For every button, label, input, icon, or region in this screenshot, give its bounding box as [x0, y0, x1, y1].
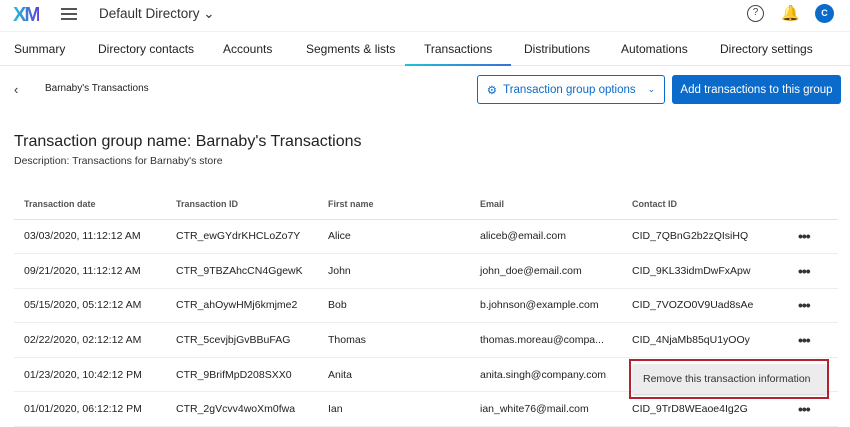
tab-bar: Summary Directory contacts Accounts Segm… — [0, 33, 850, 66]
gear-icon: ⚙ — [486, 84, 498, 97]
more-options-icon[interactable]: ••• — [798, 228, 811, 244]
table-row[interactable]: 02/22/2020, 02:12:12 AM CTR_5cevjbjGvBBuF… — [14, 322, 838, 358]
back-chevron-icon[interactable]: ‹ — [14, 82, 18, 97]
tab-transactions[interactable]: Transactions — [404, 42, 512, 66]
cell-contact-id: CID_9KL33idmDwFxApw — [622, 253, 788, 289]
table-row[interactable]: 03/03/2020, 11:12:12 AM CTR_ewGYdrKHCLoZo… — [14, 219, 838, 255]
more-options-icon[interactable]: ••• — [798, 332, 811, 348]
group-description: Description: Transactions for Barnaby's … — [14, 155, 223, 167]
add-transactions-button[interactable]: Add transactions to this group — [672, 75, 841, 104]
col-contact-id[interactable]: Contact ID — [622, 190, 788, 220]
more-options-icon[interactable]: ••• — [798, 263, 811, 279]
tab-automations[interactable]: Automations — [621, 42, 688, 56]
cell-email: b.johnson@example.com — [470, 288, 622, 324]
bell-icon[interactable]: 🔔 — [781, 4, 800, 22]
table-row[interactable]: 05/15/2020, 05:12:12 AM CTR_ahOywHMj6kmjm… — [14, 288, 838, 324]
breadcrumb: Barnaby's Transactions — [45, 83, 149, 94]
cell-transaction-date: 05/15/2020, 05:12:12 AM — [14, 288, 166, 324]
col-email[interactable]: Email — [470, 190, 622, 220]
cell-transaction-date: 02/22/2020, 02:12:12 AM — [14, 322, 166, 358]
help-icon[interactable]: ? — [747, 5, 764, 22]
cell-first-name: John — [318, 253, 470, 289]
directory-selector[interactable]: Default Directory ⌄ — [99, 6, 215, 22]
options-label: Transaction group options — [503, 83, 636, 96]
row-actions: ••• — [788, 253, 838, 289]
context-menu: Remove this transaction information — [629, 359, 829, 399]
row-actions: ••• — [788, 322, 838, 358]
page-title: Transaction group name: Barnaby's Transa… — [14, 133, 362, 150]
cell-transaction-id: CTR_9TBZAhcCN4GgewK — [166, 253, 318, 289]
cell-transaction-id: CTR_ahOywHMj6kmjme2 — [166, 288, 318, 324]
xm-logo[interactable]: XM — [13, 4, 41, 27]
row-actions: ••• — [788, 288, 838, 324]
chevron-down-icon: ⌄ — [647, 84, 656, 94]
cell-email: anita.singh@company.com — [470, 357, 622, 393]
table-row[interactable]: 09/21/2020, 11:12:12 AM CTR_9TBZAhcCN4Gge… — [14, 253, 838, 289]
cell-transaction-date: 03/03/2020, 11:12:12 AM — [14, 219, 166, 255]
col-transaction-id[interactable]: Transaction ID — [166, 190, 318, 220]
cell-transaction-date: 09/21/2020, 11:12:12 AM — [14, 253, 166, 289]
cell-transaction-date: 01/01/2020, 06:12:12 PM — [14, 391, 166, 427]
tab-directory-settings[interactable]: Directory settings — [720, 42, 813, 56]
cell-email: john_doe@email.com — [470, 253, 622, 289]
cell-transaction-id: CTR_5cevjbjGvBBuFAG — [166, 322, 318, 358]
top-bar: XM Default Directory ⌄ ? 🔔 C — [0, 0, 850, 32]
cell-first-name: Bob — [318, 288, 470, 324]
cell-first-name: Alice — [318, 219, 470, 255]
cell-transaction-id: CTR_ewGYdrKHCLoZo7Y — [166, 219, 318, 255]
col-actions — [788, 190, 838, 220]
tab-summary[interactable]: Summary — [14, 42, 65, 56]
transaction-group-options-button[interactable]: ⚙ Transaction group options ⌄ — [477, 75, 665, 104]
cell-first-name: Ian — [318, 391, 470, 427]
cell-transaction-id: CTR_2gVcvv4woXm0fwa — [166, 391, 318, 427]
cell-contact-id: CID_7VOZO0V9Uad8sAe — [622, 288, 788, 324]
tab-distributions[interactable]: Distributions — [524, 42, 590, 56]
col-transaction-date[interactable]: Transaction date — [14, 190, 166, 220]
avatar[interactable]: C — [815, 4, 834, 23]
table-header-row: Transaction date Transaction ID First na… — [14, 190, 838, 220]
cell-first-name: Thomas — [318, 322, 470, 358]
cell-email: aliceb@email.com — [470, 219, 622, 255]
row-actions: ••• — [788, 219, 838, 255]
cell-email: thomas.moreau@compa... — [470, 322, 622, 358]
cell-contact-id: CID_4NjaMb85qU1yOOy — [622, 322, 788, 358]
menu-icon[interactable] — [61, 8, 77, 20]
cell-email: ian_white76@mail.com — [470, 391, 622, 427]
cell-contact-id: CID_7QBnG2b2zQIsiHQ — [622, 219, 788, 255]
cell-first-name: Anita — [318, 357, 470, 393]
cell-transaction-id: CTR_9BrifMpD208SXX0 — [166, 357, 318, 393]
tab-directory-contacts[interactable]: Directory contacts — [98, 42, 194, 56]
more-options-icon[interactable]: ••• — [798, 401, 811, 417]
cell-transaction-date: 01/23/2020, 10:42:12 PM — [14, 357, 166, 393]
remove-transaction-menu-item[interactable]: Remove this transaction information — [633, 364, 826, 394]
more-options-icon[interactable]: ••• — [798, 297, 811, 313]
tab-segments-lists[interactable]: Segments & lists — [306, 42, 395, 56]
col-first-name[interactable]: First name — [318, 190, 470, 220]
tab-accounts[interactable]: Accounts — [223, 42, 272, 56]
